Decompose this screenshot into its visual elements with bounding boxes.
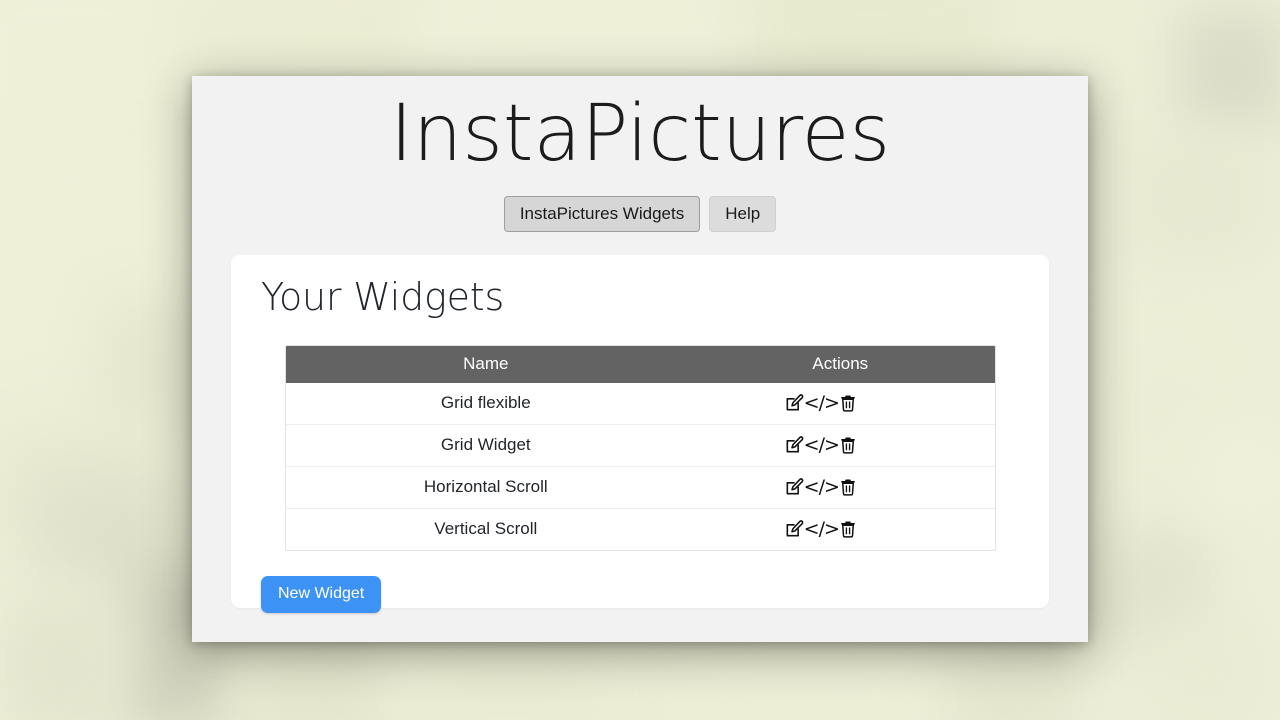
edit-icon[interactable] bbox=[783, 518, 805, 540]
delete-icon[interactable] bbox=[837, 434, 859, 456]
nav-item-instapictures-widgets[interactable]: InstaPictures Widgets bbox=[504, 196, 700, 232]
edit-icon[interactable] bbox=[783, 392, 805, 414]
table-body: Grid flexible</>Grid Widget</>Horizontal… bbox=[286, 383, 995, 550]
widgets-table-container: Name Actions Grid flexible</>Grid Widget… bbox=[285, 345, 996, 551]
widgets-card: Your Widgets Name Actions Grid flexible <… bbox=[231, 255, 1049, 608]
widget-name-cell: Vertical Scroll bbox=[286, 508, 687, 550]
bg-blob bbox=[700, 650, 920, 720]
bg-blob bbox=[1150, 620, 1270, 720]
table-header-row: Name Actions bbox=[286, 346, 995, 383]
delete-icon[interactable] bbox=[837, 476, 859, 498]
column-header-name: Name bbox=[286, 346, 687, 383]
widget-actions-cell: </> bbox=[686, 508, 994, 550]
code-icon[interactable]: </> bbox=[810, 434, 832, 456]
action-group: </> bbox=[686, 518, 956, 540]
bg-blob bbox=[1200, 430, 1280, 520]
widget-actions-cell: </> bbox=[686, 383, 994, 425]
action-group: </> bbox=[686, 392, 956, 414]
edit-icon[interactable] bbox=[783, 434, 805, 456]
bg-blob bbox=[1180, 10, 1280, 130]
widget-name-cell: Grid flexible bbox=[286, 383, 687, 425]
column-header-actions: Actions bbox=[686, 346, 994, 383]
delete-icon[interactable] bbox=[837, 392, 859, 414]
new-widget-row: New Widget bbox=[255, 576, 1025, 613]
widgets-table: Name Actions Grid flexible</>Grid Widget… bbox=[286, 346, 995, 550]
table-row: Horizontal Scroll </> bbox=[286, 466, 995, 508]
code-icon[interactable]: </> bbox=[810, 392, 832, 414]
widget-name-cell: Grid Widget bbox=[286, 424, 687, 466]
app-window: InstaPictures InstaPictures Widgets Help… bbox=[192, 76, 1088, 642]
bg-blob bbox=[420, 640, 600, 720]
card-heading: Your Widgets bbox=[255, 277, 1025, 319]
widget-actions-cell: </> bbox=[686, 424, 994, 466]
action-group: </> bbox=[686, 476, 956, 498]
delete-icon[interactable] bbox=[837, 518, 859, 540]
widget-name-cell: Horizontal Scroll bbox=[286, 466, 687, 508]
nav-item-help[interactable]: Help bbox=[709, 196, 776, 232]
bg-blob bbox=[0, 600, 120, 720]
edit-icon[interactable] bbox=[783, 476, 805, 498]
table-row: Grid Widget </> bbox=[286, 424, 995, 466]
table-row: Vertical Scroll </> bbox=[286, 508, 995, 550]
bg-blob bbox=[1130, 140, 1270, 260]
table-row: Grid flexible </> bbox=[286, 383, 995, 425]
page-title: InstaPictures bbox=[192, 76, 1088, 176]
action-group: </> bbox=[686, 434, 956, 456]
new-widget-button[interactable]: New Widget bbox=[261, 576, 381, 613]
table-head: Name Actions bbox=[286, 346, 995, 383]
bg-blob bbox=[950, 640, 1080, 720]
nav-bar: InstaPictures Widgets Help bbox=[192, 196, 1088, 232]
code-icon[interactable]: </> bbox=[810, 476, 832, 498]
code-icon[interactable]: </> bbox=[810, 518, 832, 540]
widget-actions-cell: </> bbox=[686, 466, 994, 508]
